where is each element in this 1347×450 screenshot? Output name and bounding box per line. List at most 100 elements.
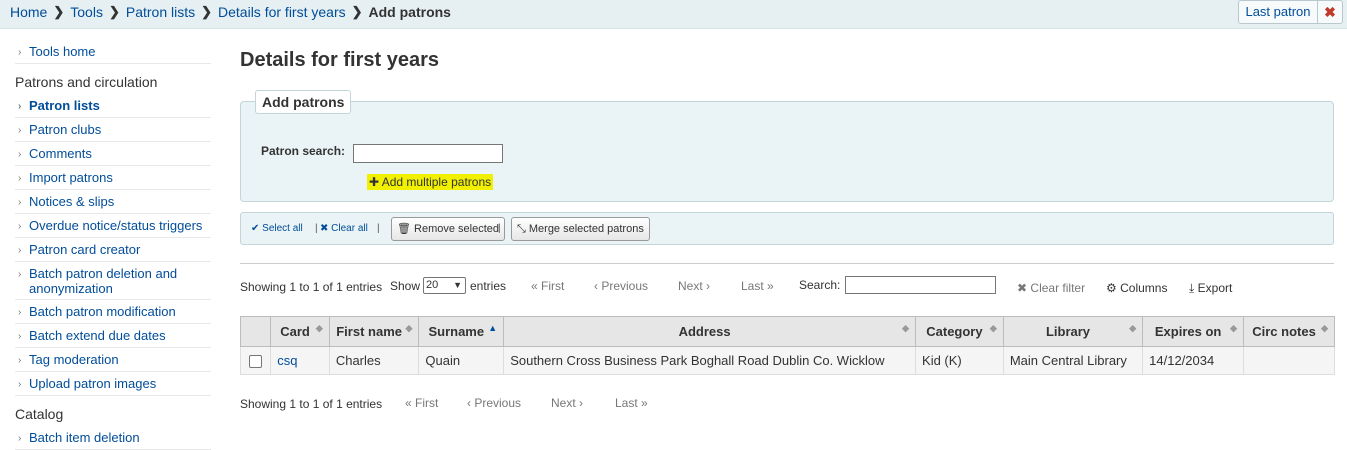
toolbar-separator: | <box>315 223 318 234</box>
pager-next-top[interactable]: Next › <box>678 279 710 293</box>
merge-selected-button[interactable]: ⤡ Merge selected patrons <box>511 217 650 241</box>
sidebar-item-notices-slips[interactable]: › Notices & slips <box>15 190 211 214</box>
check-icon: ✔ <box>251 223 260 234</box>
column-header-first-name[interactable]: First name ◆ <box>328 316 420 347</box>
table-search-input[interactable] <box>845 276 996 294</box>
chevron-right-icon: › <box>18 355 22 366</box>
table-info-top: Showing 1 to 1 of 1 entries <box>240 280 383 294</box>
sidebar-item-patron-clubs[interactable]: › Patron clubs <box>15 118 211 142</box>
sidebar-item-tools-home[interactable]: › Tools home <box>15 40 211 64</box>
merge-icon: ⤡ <box>517 223 526 235</box>
export-label: Export <box>1197 281 1233 295</box>
close-icon[interactable]: ✖ <box>1318 0 1343 24</box>
sidebar-item-patron-card-creator[interactable]: › Patron card creator <box>15 238 211 262</box>
sidebar-item-label: Patron card creator <box>29 242 141 257</box>
column-header-library[interactable]: Library ◆ <box>1002 316 1144 347</box>
library-cell: Main Central Library <box>1002 346 1144 375</box>
sidebar-item-label: Patron clubs <box>29 122 102 137</box>
first-name-cell: Charles <box>328 346 420 375</box>
pager-last-top[interactable]: Last » <box>741 279 774 293</box>
sidebar-item-label: Batch extend due dates <box>29 328 166 343</box>
add-multiple-label: Add multiple patrons <box>381 175 492 189</box>
export-button[interactable]: ⤓ Export <box>1189 281 1232 296</box>
breadcrumb-separator-icon: ❯ <box>201 4 213 19</box>
column-header-label: Circ notes <box>1252 324 1316 339</box>
sidebar-item-label: Batch item deletion <box>29 430 140 445</box>
chevron-right-icon: › <box>18 331 22 342</box>
column-header-expires-on[interactable]: Expires on ◆ <box>1142 316 1245 347</box>
pager-first-bottom[interactable]: « First <box>405 396 438 410</box>
column-header-label: Library <box>1045 324 1091 339</box>
pager-previous-bottom[interactable]: ‹ Previous <box>467 396 521 410</box>
clear-filter-button[interactable]: ✖ Clear filter <box>1017 281 1085 295</box>
chevron-right-icon: › <box>18 197 22 208</box>
breadcrumb-home[interactable]: Home <box>10 4 47 20</box>
breadcrumb-separator-icon: ❯ <box>351 4 363 19</box>
chevron-right-icon: › <box>18 269 22 280</box>
breadcrumb-patron-lists[interactable]: Patron lists <box>126 4 195 20</box>
sidebar-item-label: Comments <box>29 146 92 161</box>
column-header-card[interactable]: Card ◆ <box>270 316 330 347</box>
sidebar-item-label: Patron lists <box>29 98 100 113</box>
columns-button[interactable]: ⚙ Columns <box>1106 281 1167 295</box>
merge-selected-label: Merge selected patrons <box>528 223 644 235</box>
column-header-circ-notes[interactable]: Circ notes ◆ <box>1243 316 1335 347</box>
sidebar-item-overdue-triggers[interactable]: › Overdue notice/status triggers <box>15 214 211 238</box>
sort-icon: ◆ <box>902 323 910 333</box>
chevron-right-icon: › <box>18 173 22 184</box>
patron-search-label: Patron search: <box>261 144 346 158</box>
sort-icon: ◆ <box>1321 323 1328 333</box>
chevron-right-icon: › <box>18 125 22 136</box>
pager-previous-top[interactable]: ‹ Previous <box>594 279 648 293</box>
remove-selected-button[interactable]: 🗑 Remove selected <box>391 217 506 241</box>
select-all-link[interactable]: ✔ Select all <box>251 223 303 234</box>
column-header-label: Category <box>926 324 983 339</box>
card-cell[interactable]: csq <box>270 346 330 375</box>
sidebar-item-comments[interactable]: › Comments <box>15 142 211 166</box>
clear-all-label: Clear all <box>331 223 368 234</box>
breadcrumb-separator-icon: ❯ <box>53 4 65 19</box>
pager-last-bottom[interactable]: Last » <box>615 396 648 410</box>
sidebar-item-patron-lists[interactable]: › Patron lists <box>15 94 211 118</box>
sidebar-heading-patrons: Patrons and circulation <box>15 74 158 90</box>
clear-all-link[interactable]: ✖ Clear all <box>320 223 368 234</box>
sidebar-item-import-patrons[interactable]: › Import patrons <box>15 166 211 190</box>
breadcrumb-list-details[interactable]: Details for first years <box>218 4 346 20</box>
divider <box>240 263 1334 264</box>
patron-search-input[interactable] <box>353 144 503 163</box>
pager-first-top[interactable]: « First <box>531 279 564 293</box>
add-multiple-patrons-link[interactable]: ✚ Add multiple patrons <box>367 174 494 190</box>
sidebar-item-label: Upload patron images <box>29 376 157 391</box>
last-patron-button[interactable]: Last patron <box>1238 0 1318 24</box>
breadcrumb-separator-icon: ❯ <box>108 4 120 19</box>
category-cell: Kid (K) <box>915 346 1004 375</box>
sidebar-item-upload-patron-images[interactable]: › Upload patron images <box>15 372 211 396</box>
column-header-label: First name <box>336 324 402 339</box>
column-header-address[interactable]: Address ◆ <box>503 316 917 347</box>
remove-selected-label: Remove selected <box>414 223 500 235</box>
sidebar-item-batch-patron-deletion[interactable]: › Batch patron deletion and anonymizatio… <box>15 262 211 300</box>
table-info-bottom: Showing 1 to 1 of 1 entries <box>240 397 383 411</box>
column-header-category[interactable]: Category ◆ <box>915 316 1004 347</box>
column-header-label: Card <box>280 324 310 339</box>
row-checkbox[interactable] <box>249 355 263 369</box>
chevron-right-icon: › <box>18 101 22 112</box>
breadcrumb-current: Add patrons <box>368 4 451 20</box>
sidebar-item-tag-moderation[interactable]: › Tag moderation <box>15 348 211 372</box>
sidebar-item-label: Tag moderation <box>29 352 119 367</box>
sidebar-item-batch-patron-modification[interactable]: › Batch patron modification <box>15 300 211 324</box>
table-header-row: Card ◆ First name ◆ Surname ▲ Address ◆ … <box>239 316 1335 347</box>
add-patrons-fieldset: Add patrons Patron search: ✚ Add multipl… <box>240 90 1334 202</box>
chevron-right-icon: › <box>18 379 22 390</box>
page-length-select[interactable]: 20 ▼ <box>423 277 466 294</box>
sidebar-heading-catalog: Catalog <box>15 406 64 422</box>
pager-next-bottom[interactable]: Next › <box>551 396 583 410</box>
gear-icon: ⚙ <box>1106 281 1117 295</box>
breadcrumb-tools[interactable]: Tools <box>70 4 103 20</box>
column-header-surname[interactable]: Surname ▲ <box>418 316 505 347</box>
sidebar: › Tools home Patrons and circulation › P… <box>15 40 211 450</box>
sort-icon: ◆ <box>315 323 323 333</box>
sidebar-item-batch-extend-due-dates[interactable]: › Batch extend due dates <box>15 324 211 348</box>
sidebar-item-batch-item-deletion[interactable]: › Batch item deletion <box>15 426 211 450</box>
column-header-label: Address <box>678 324 731 339</box>
